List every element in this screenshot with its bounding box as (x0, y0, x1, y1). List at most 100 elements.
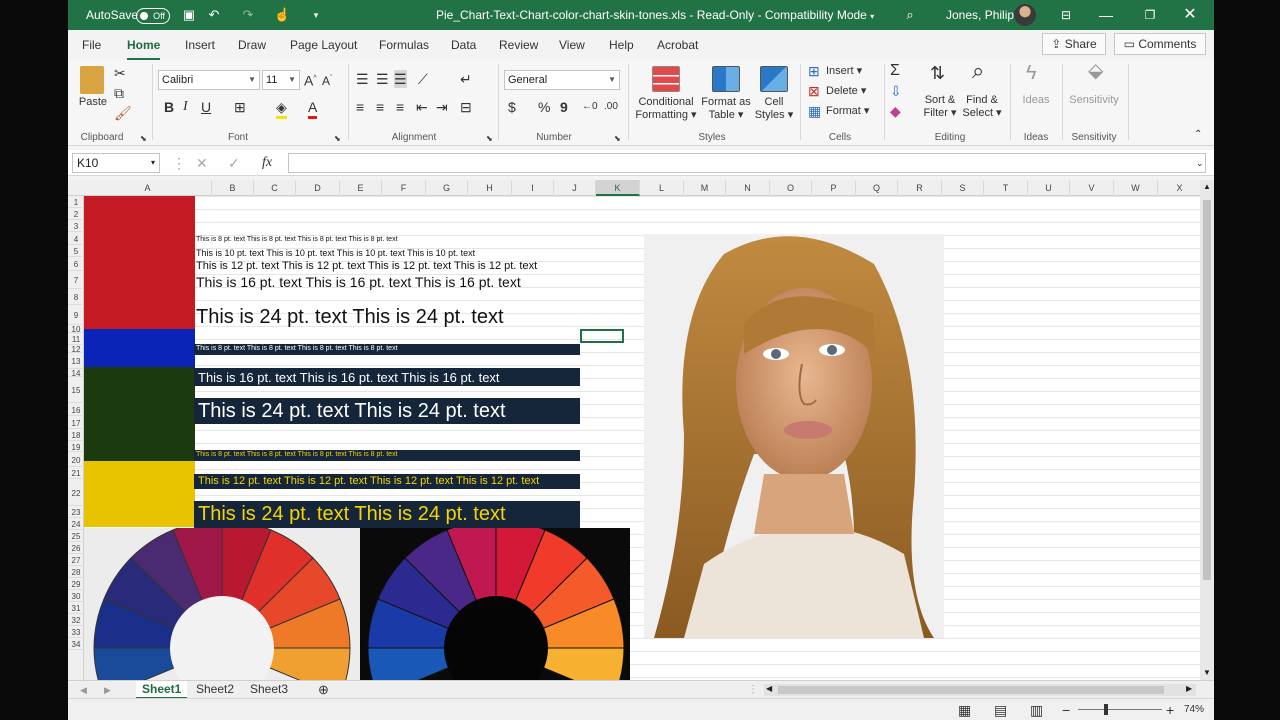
autosave-toggle[interactable]: Off (136, 8, 170, 24)
row-header[interactable]: 5 (68, 245, 84, 257)
split-handle-icon[interactable]: ⋮ (748, 681, 758, 699)
orientation-icon[interactable]: ⟋ (418, 70, 428, 88)
row-header[interactable]: 6 (68, 257, 84, 271)
column-header[interactable]: V (1070, 180, 1114, 196)
search-icon[interactable]: ⌕ (902, 7, 918, 23)
row-header[interactable]: 15 (68, 377, 84, 403)
format-as-table-icon[interactable] (712, 66, 740, 92)
zoom-level[interactable]: 74% (1184, 704, 1204, 715)
autosum-icon[interactable]: Σ (890, 62, 900, 80)
row-header[interactable]: 16 (68, 403, 84, 416)
column-header[interactable]: X (1158, 180, 1202, 196)
row-header[interactable]: 22 (68, 479, 84, 506)
tab-help[interactable]: Help (609, 38, 634, 52)
sample-text-10pt[interactable]: This is 10 pt. text This is 10 pt. text … (196, 248, 475, 258)
undo-icon[interactable]: ↶ (206, 7, 222, 23)
close-icon[interactable]: ✕ (1170, 0, 1210, 30)
tab-acrobat[interactable]: Acrobat (657, 38, 698, 52)
active-cell[interactable] (580, 329, 624, 343)
prev-sheet-icon[interactable]: ◀ (80, 681, 87, 699)
borders-icon[interactable]: ⊞ (234, 98, 246, 116)
column-header[interactable]: N (726, 180, 770, 196)
grow-font-icon[interactable]: A^ (304, 70, 317, 90)
row-header[interactable]: 19 (68, 441, 84, 452)
tab-data[interactable]: Data (451, 38, 476, 52)
redo-icon[interactable]: ↷ (240, 7, 256, 23)
format-cells-icon[interactable]: ▦ (808, 102, 821, 120)
column-header[interactable]: E (340, 180, 382, 196)
currency-icon[interactable]: $ (508, 98, 516, 116)
tab-home[interactable]: Home (127, 38, 161, 61)
column-header[interactable]: U (1028, 180, 1070, 196)
customize-qat-icon[interactable]: ▾ (308, 7, 324, 23)
ideas-label[interactable]: Ideas (1016, 94, 1056, 107)
save-icon[interactable]: ▣ (181, 7, 197, 23)
row-header[interactable]: 4 (68, 232, 84, 245)
copy-icon[interactable]: ⧉ (114, 84, 124, 102)
collapse-ribbon-icon[interactable]: ⌃ (1194, 126, 1202, 144)
font-size-combo[interactable]: 11 ▼ (262, 70, 300, 90)
ideas-icon[interactable]: ϟ (1026, 63, 1037, 83)
row-header[interactable]: 12 (68, 345, 84, 354)
wrap-text-icon[interactable]: ↵ (460, 70, 472, 88)
next-sheet-icon[interactable]: ▶ (104, 681, 111, 699)
band-yellow-text-24pt[interactable]: This is 24 pt. text This is 24 pt. text (198, 503, 506, 526)
band-text-8pt[interactable]: This is 8 pt. text This is 8 pt. text Th… (196, 345, 398, 352)
bold-icon[interactable]: B (164, 98, 174, 116)
comments-button[interactable]: ▭ Comments (1114, 33, 1206, 55)
column-header[interactable]: H (468, 180, 512, 196)
tab-formulas[interactable]: Formulas (379, 38, 429, 52)
cell-styles-label[interactable]: Cell Styles ▾ (752, 96, 796, 122)
conditional-formatting-icon[interactable] (652, 66, 680, 92)
column-header[interactable]: P (812, 180, 856, 196)
font-launcher-icon[interactable]: ⬊ (334, 130, 341, 148)
paste-icon[interactable] (80, 66, 104, 94)
band-text-16pt[interactable]: This is 16 pt. text This is 16 pt. text … (198, 370, 500, 385)
row-header[interactable]: 30 (68, 590, 84, 602)
sample-text-8pt[interactable]: This is 8 pt. text This is 8 pt. text Th… (196, 236, 398, 243)
column-header[interactable]: J (554, 180, 596, 196)
row-header[interactable]: 7 (68, 271, 84, 289)
tab-file[interactable]: File (82, 38, 101, 52)
confirm-entry-icon[interactable]: ✓ (228, 154, 240, 172)
row-header[interactable]: 21 (68, 467, 84, 479)
delete-cells-label[interactable]: Delete ▾ (826, 85, 866, 98)
row-header[interactable]: 25 (68, 530, 84, 542)
align-left-icon[interactable]: ≡ (356, 98, 364, 116)
row-header[interactable]: 23 (68, 506, 84, 518)
share-button[interactable]: ⇪ Share (1042, 33, 1106, 55)
normal-view-icon[interactable]: ▦ (958, 701, 971, 719)
row-header[interactable]: 8 (68, 289, 84, 305)
column-header[interactable]: A (84, 180, 212, 196)
merge-center-icon[interactable]: ⊟ (460, 98, 472, 116)
formula-input[interactable] (288, 153, 1206, 173)
row-header[interactable]: 28 (68, 566, 84, 578)
color-wheel-dark[interactable] (360, 528, 630, 680)
row-header[interactable]: 32 (68, 614, 84, 626)
user-name[interactable]: Jones, Philip (946, 0, 1014, 30)
shrink-font-icon[interactable]: Aˇ (322, 70, 332, 90)
align-bottom-icon[interactable]: ☰ (394, 70, 407, 88)
sort-filter-label[interactable]: Sort & Filter ▾ (920, 94, 960, 120)
sensitivity-icon[interactable]: ⬙ (1088, 61, 1103, 81)
fill-icon[interactable]: ⇩ (890, 82, 902, 100)
color-wheel-light[interactable] (84, 528, 360, 680)
scroll-left-icon[interactable]: ◀ (766, 684, 772, 693)
decrease-decimal-icon[interactable]: .00 (604, 98, 618, 116)
font-color-icon[interactable]: A (308, 98, 318, 119)
find-select-icon[interactable]: ⌕ (972, 60, 984, 82)
zoom-slider[interactable] (1078, 709, 1162, 710)
touch-mode-icon[interactable]: ☝ (274, 7, 290, 23)
column-header[interactable]: W (1114, 180, 1158, 196)
sample-text-16pt[interactable]: This is 16 pt. text This is 16 pt. text … (196, 274, 521, 290)
row-header[interactable]: 18 (68, 429, 84, 441)
increase-indent-icon[interactable]: ⇥ (436, 98, 448, 116)
zoom-out-icon[interactable]: − (1062, 701, 1070, 719)
font-name-combo[interactable]: Calibri ▼ (158, 70, 260, 90)
scroll-up-icon[interactable]: ▲ (1203, 182, 1211, 191)
number-format-combo[interactable]: General ▼ (504, 70, 620, 90)
column-header[interactable]: M (684, 180, 726, 196)
insert-function-icon[interactable]: fx (262, 154, 272, 172)
scroll-right-icon[interactable]: ▶ (1186, 684, 1192, 693)
mode-dropdown-icon[interactable]: ▾ (870, 12, 874, 21)
